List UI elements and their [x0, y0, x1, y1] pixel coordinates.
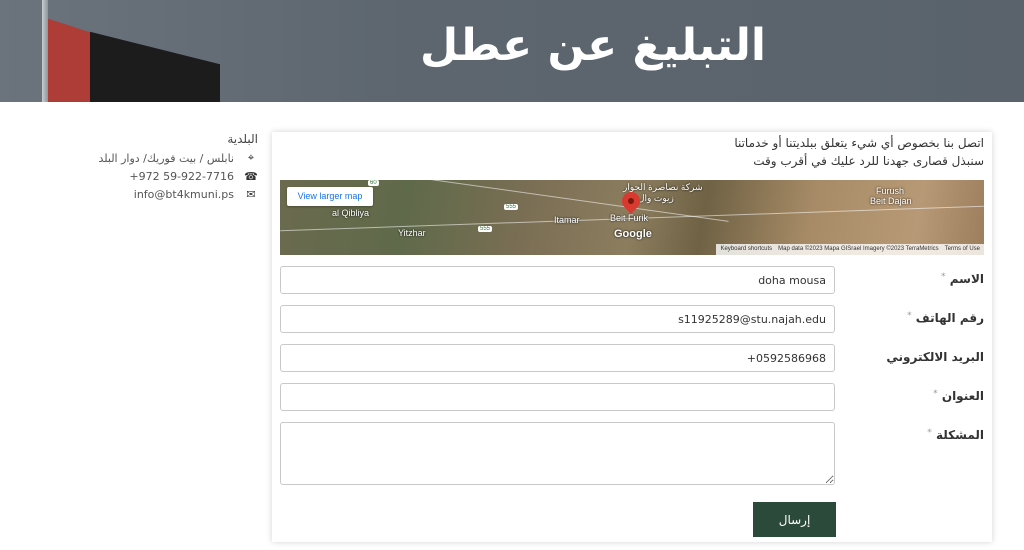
road-shield-60: 60	[368, 180, 379, 186]
report-form-card: اتصل بنا بخصوص أي شيء يتعلق ببلديتنا أو …	[272, 132, 992, 542]
envelope-icon: ✉	[246, 187, 256, 201]
view-larger-map-button[interactable]: View larger map	[287, 187, 373, 206]
email-input[interactable]	[280, 344, 835, 372]
phone-row: رقم الهاتف *	[280, 305, 984, 333]
map-label-oils: زيوت وال	[638, 193, 674, 203]
intro-text: اتصل بنا بخصوص أي شيء يتعلق ببلديتنا أو …	[734, 134, 984, 170]
address-row: العنوان *	[280, 383, 984, 411]
address-text: نابلس / بيت فوريك/ دوار البلد	[98, 151, 234, 165]
road-shield-555: 555	[504, 204, 519, 210]
problem-label: المشكلة *	[927, 428, 984, 442]
flag-black-stripe	[90, 31, 220, 102]
email-row: البريد الالكتروني	[280, 344, 984, 372]
keyboard-shortcuts-link[interactable]: Keyboard shortcuts	[720, 244, 772, 255]
map-label-furush: Furush	[876, 186, 905, 196]
embedded-map[interactable]: View larger map al Qibliya Yitzhar Itama…	[280, 180, 984, 255]
address-item: ⌖ نابلس / بيت فوريك/ دوار البلد	[90, 149, 260, 167]
address-label-text: العنوان	[941, 389, 984, 403]
required-mark: *	[907, 311, 912, 321]
municipality-info: البلدية ⌖ نابلس / بيت فوريك/ دوار البلد …	[90, 132, 260, 203]
intro-line-2: سنبذل قصارى جهدنا للرد عليك في أقرب وقت	[753, 154, 984, 168]
problem-textarea[interactable]	[280, 422, 835, 485]
phone-label: رقم الهاتف *	[907, 311, 984, 325]
name-label-text: الاسم	[949, 272, 984, 286]
location-icon: ⌖	[247, 151, 255, 164]
page-title: التبليغ عن عطل	[420, 20, 766, 71]
submit-button[interactable]: إرسال	[753, 502, 836, 537]
intro-line-1: اتصل بنا بخصوص أي شيء يتعلق ببلديتنا أو …	[734, 136, 984, 150]
terms-link[interactable]: Terms of Use	[945, 244, 980, 255]
map-data-text: Map data ©2023 Mapa GISrael Imagery ©202…	[778, 246, 939, 252]
email-text[interactable]: info@bt4kmuni.ps	[134, 188, 242, 201]
map-label-company: شركة نصاصرة الحوار	[623, 182, 703, 192]
hero-banner: التبليغ عن عطل	[0, 0, 1024, 102]
phone-icon: ☎	[244, 169, 258, 183]
map-label-yitzhar: Yitzhar	[398, 228, 426, 238]
required-mark: *	[933, 389, 938, 399]
name-label: الاسم *	[941, 272, 984, 286]
address-label: العنوان *	[933, 389, 984, 403]
phone-label-text: رقم الهاتف	[915, 311, 984, 325]
name-input[interactable]	[280, 266, 835, 294]
map-attribution: Keyboard shortcuts Map data ©2023 Mapa G…	[716, 244, 984, 255]
phone-text[interactable]: +972 59-922-7716	[129, 170, 242, 183]
problem-row: المشكلة *	[280, 422, 984, 485]
map-label-itamar: Itamar	[554, 215, 580, 225]
phone-input[interactable]	[280, 305, 835, 333]
address-input[interactable]	[280, 383, 835, 411]
municipality-title: البلدية	[227, 132, 258, 146]
name-row: الاسم *	[280, 266, 984, 294]
road-shield-555: 555	[478, 226, 493, 232]
email-item[interactable]: ✉ info@bt4kmuni.ps	[90, 185, 260, 203]
phone-item[interactable]: ☎ +972 59-922-7716	[90, 167, 260, 185]
map-label-beit-dajan: Beit Dajan	[870, 196, 912, 206]
required-mark: *	[941, 272, 946, 282]
email-label: البريد الالكتروني	[886, 350, 984, 364]
google-logo: Google	[614, 228, 652, 240]
map-label-beit-furik: Beit Furik	[610, 213, 649, 223]
required-mark: *	[927, 428, 932, 438]
problem-label-text: المشكلة	[935, 428, 984, 442]
map-label-qibliya: al Qibliya	[332, 208, 370, 218]
